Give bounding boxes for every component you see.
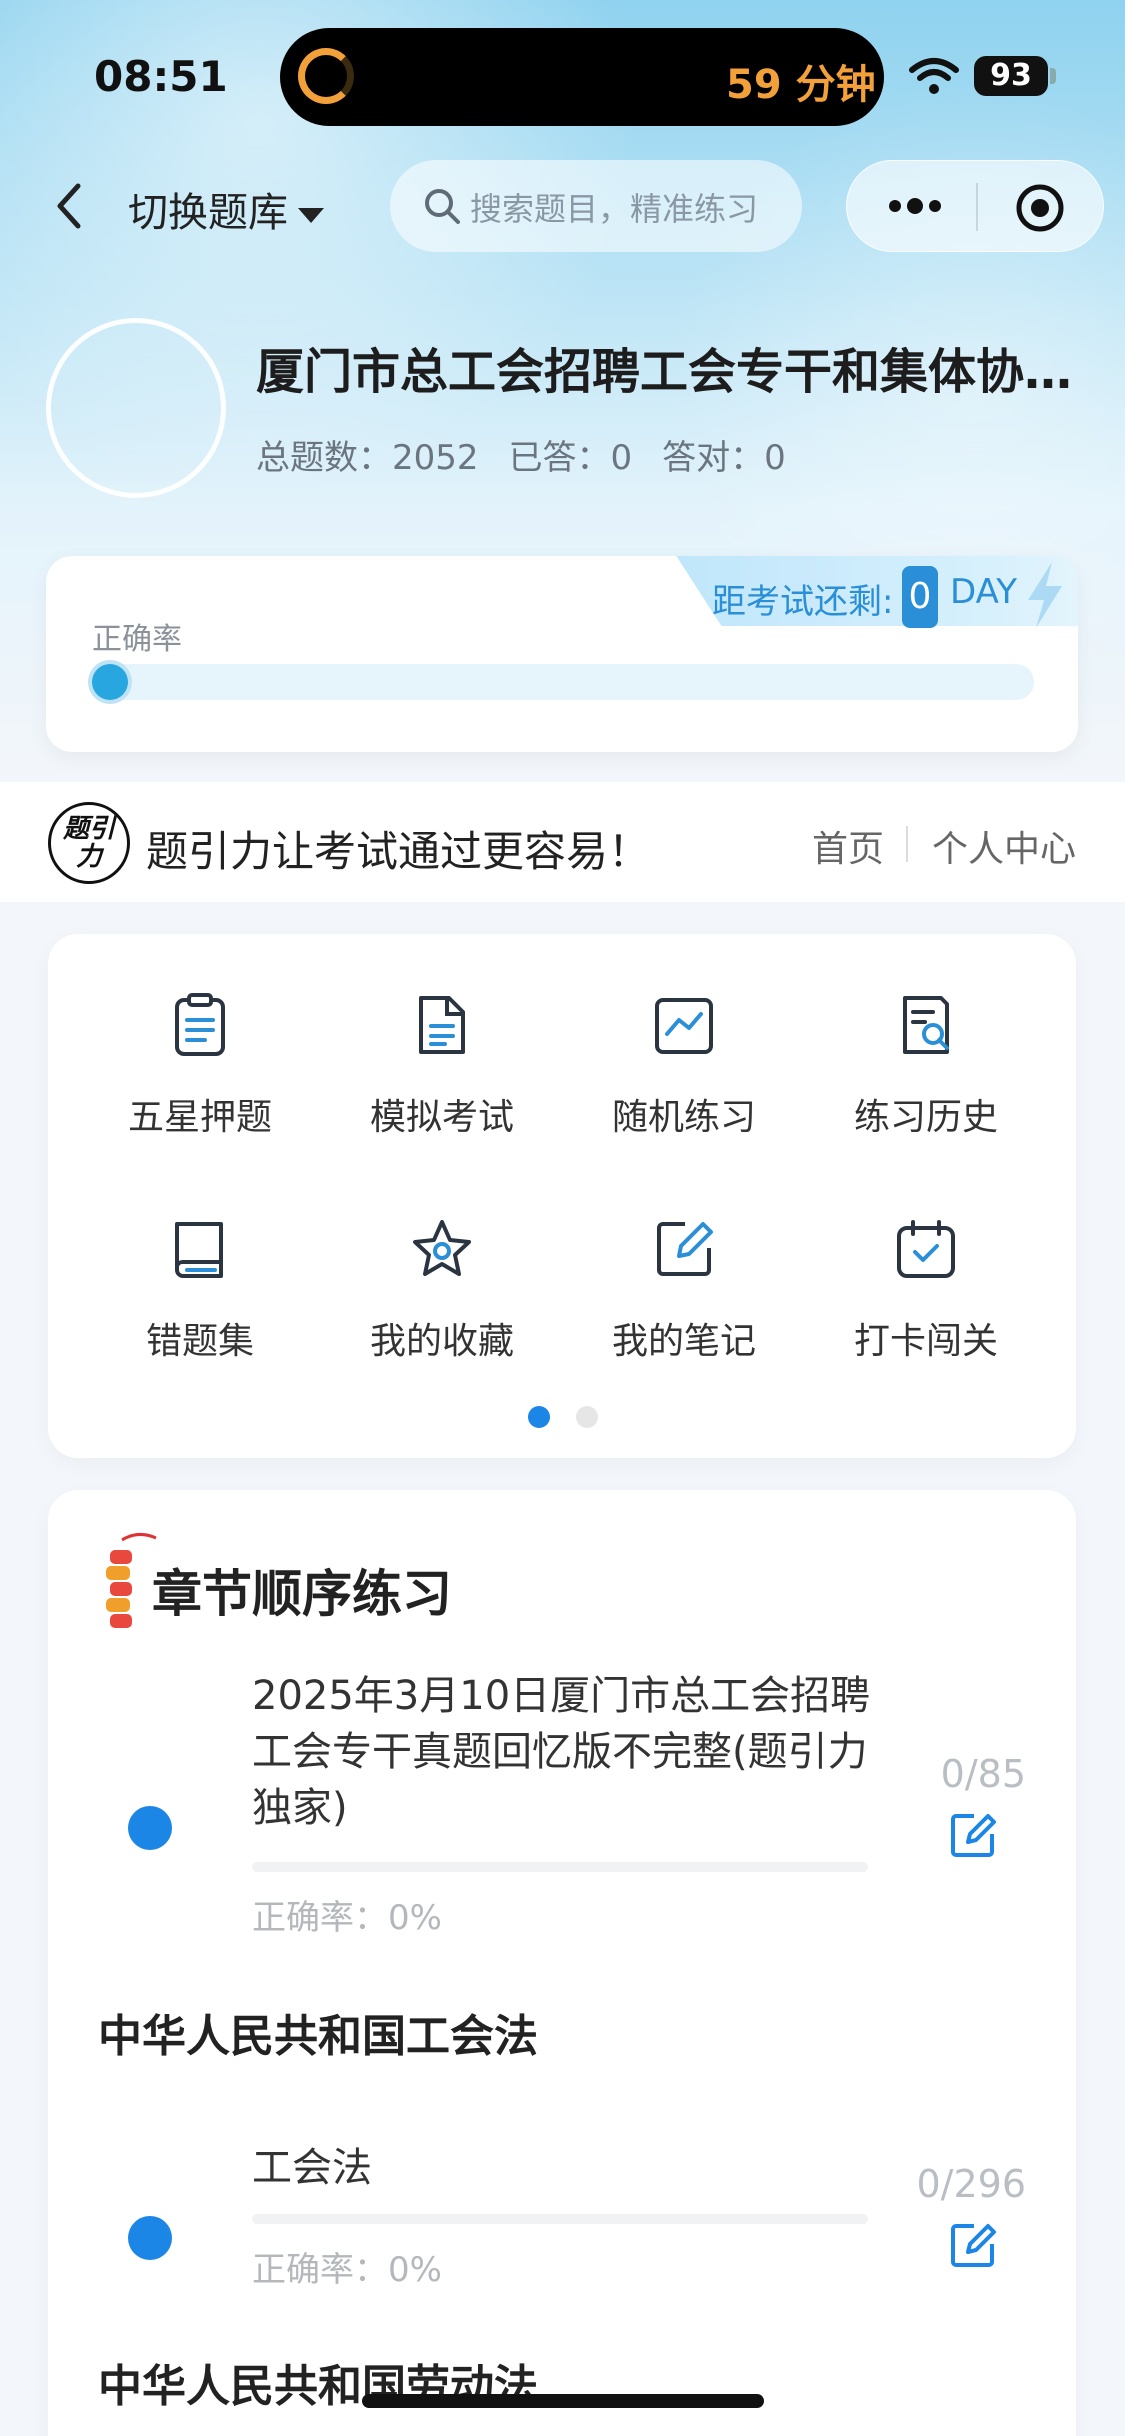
- page-dot[interactable]: [576, 1406, 598, 1428]
- chapter-progress-track: [252, 2214, 868, 2224]
- capsule-divider: [976, 183, 978, 231]
- switch-bank-button[interactable]: 切换题库: [128, 180, 324, 238]
- bank-stats: 总题数：2052 已答：0 答对：0: [256, 430, 816, 479]
- search-placeholder: 搜索题目，精准练习: [470, 190, 759, 228]
- accuracy-progress-dot: [92, 664, 128, 700]
- search-doc-icon: [903, 996, 949, 1054]
- answered-count: 已答：0: [508, 438, 633, 478]
- chapter-item-count: 0/296: [916, 2162, 1026, 2206]
- close-target-icon[interactable]: [1015, 183, 1065, 233]
- clipboard-icon: [175, 993, 225, 1056]
- correct-count: 答对：0: [662, 438, 786, 478]
- feature-label: 练习历史: [853, 1097, 998, 1138]
- user-center-link[interactable]: 个人中心: [932, 820, 1076, 872]
- chevron-down-icon: [298, 207, 324, 223]
- more-icon[interactable]: [885, 191, 945, 221]
- chapter-item-accuracy: 正确率：0%: [252, 2250, 442, 2290]
- chapter-item-accuracy: 正确率：0%: [252, 1898, 442, 1938]
- feature-label: 模拟考试: [369, 1097, 514, 1138]
- section-heading: 中华人民共和国工会法: [98, 2000, 538, 2064]
- bank-avatar: [46, 318, 226, 498]
- search-input[interactable]: 搜索题目，精准练习: [390, 160, 802, 252]
- feature-five-star[interactable]: 五星押题: [80, 990, 320, 1140]
- status-time: 08:51: [94, 52, 228, 101]
- back-arrow-icon[interactable]: [48, 178, 88, 234]
- accuracy-label: 正确率: [92, 622, 182, 657]
- battery-indicator: 93: [974, 56, 1048, 96]
- home-indicator: [362, 2394, 764, 2408]
- chart-icon: [655, 998, 713, 1054]
- brand-logo: 题引力: [48, 802, 130, 884]
- star-icon: [413, 1220, 471, 1276]
- feature-favorites[interactable]: 我的收藏: [322, 1214, 562, 1364]
- feature-check-in[interactable]: 打卡闯关: [806, 1214, 1046, 1364]
- switch-bank-label: 切换题库: [128, 190, 288, 236]
- countdown-days: 0: [902, 566, 938, 628]
- section-heading-text: 中华人民共和国工会法: [98, 2011, 538, 2062]
- countdown-unit: DAY: [950, 572, 1017, 612]
- brand-banner: 题引力 题引力让考试通过更容易！ 首页 个人中心: [0, 782, 1125, 902]
- chapter-practice-card: 章节顺序练习 2025年3月10日厦门市总工会招聘工会专干真题回忆版不完整(题引…: [48, 1490, 1076, 2436]
- bank-title: 厦门市总工会招聘工会专干和集体协商...: [256, 344, 1086, 400]
- chapter-status-dot: [128, 2216, 172, 2260]
- feature-mock-exam[interactable]: 模拟考试: [322, 990, 562, 1140]
- feature-grid: 五星押题 模拟考试 随机练习 练习历史 错题集 我的收藏 我的笔记 打卡闯关: [48, 934, 1076, 1458]
- document-icon: [419, 996, 465, 1054]
- chapter-item-title[interactable]: 工会法: [252, 2140, 872, 2196]
- edit-icon[interactable]: [948, 2220, 998, 2270]
- total-questions: 总题数：2052: [256, 438, 479, 478]
- feature-label: 我的笔记: [611, 1321, 756, 1362]
- feature-label: 五星押题: [127, 1097, 272, 1138]
- chapter-status-dot: [128, 1806, 172, 1850]
- note-edit-icon: [657, 1222, 713, 1276]
- feature-label: 我的收藏: [369, 1321, 514, 1362]
- brand-slogan: 题引力让考试通过更容易！: [146, 827, 651, 876]
- link-divider: [906, 826, 908, 862]
- firecracker-icon: [106, 1533, 157, 1628]
- page-dot-active[interactable]: [528, 1406, 550, 1428]
- mini-program-capsule: [846, 160, 1104, 252]
- edit-icon[interactable]: [948, 1810, 998, 1860]
- battery-tip: [1050, 68, 1056, 84]
- feature-label: 随机练习: [611, 1097, 756, 1138]
- wifi-icon: [909, 58, 959, 94]
- feature-label: 错题集: [145, 1321, 254, 1362]
- chapter-progress-track: [252, 1862, 868, 1872]
- activity-ring-icon: [298, 48, 354, 104]
- home-link[interactable]: 首页: [812, 820, 884, 872]
- chapter-title: 章节顺序练习: [152, 1565, 452, 1623]
- feature-notes[interactable]: 我的笔记: [564, 1214, 804, 1364]
- activity-timer: 59 分钟: [726, 62, 876, 108]
- feature-label: 打卡闯关: [853, 1321, 998, 1362]
- chapter-item-title[interactable]: 2025年3月10日厦门市总工会招聘工会专干真题回忆版不完整(题引力独家): [252, 1668, 872, 1836]
- feature-random-practice[interactable]: 随机练习: [564, 990, 804, 1140]
- accuracy-card: 距考试还剩: 0 DAY 正确率: [46, 556, 1078, 752]
- accuracy-progress-track: [92, 664, 1034, 700]
- calendar-check-icon: [897, 1220, 955, 1278]
- book-icon: [175, 1222, 223, 1278]
- countdown-label: 距考试还剩:: [712, 582, 894, 622]
- feature-practice-history[interactable]: 练习历史: [806, 990, 1046, 1140]
- search-icon: [425, 189, 460, 224]
- feature-wrong-set[interactable]: 错题集: [80, 1214, 320, 1364]
- brand-logo-text: 题引力: [62, 814, 115, 872]
- lightning-icon: [1028, 562, 1062, 628]
- chapter-item-count: 0/85: [940, 1752, 1026, 1796]
